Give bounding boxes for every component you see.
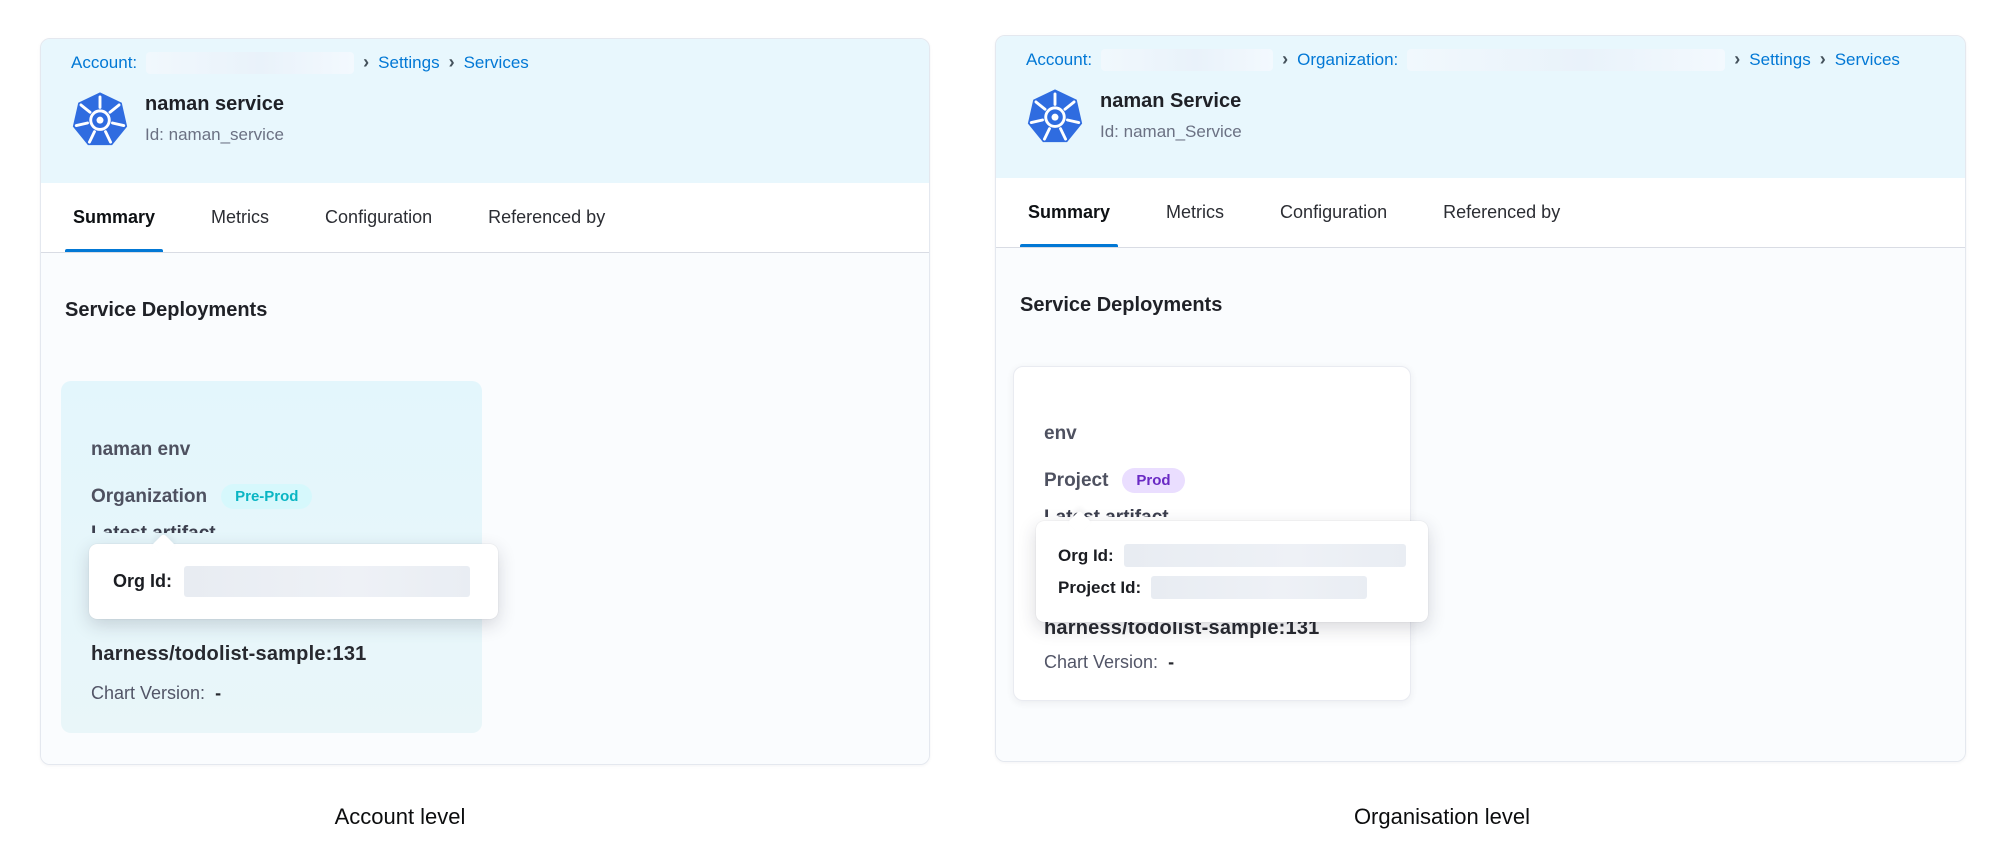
breadcrumb-settings[interactable]: Settings	[378, 53, 439, 73]
breadcrumb-organization[interactable]: Organization:	[1297, 50, 1398, 70]
section-title: Service Deployments	[996, 248, 1965, 317]
page-header: Account: › Settings › Services naman ser…	[41, 39, 929, 183]
kubernetes-icon	[71, 89, 129, 149]
chevron-right-icon: ›	[363, 52, 369, 73]
page-header: Account: › Organization: › Settings › Se…	[996, 36, 1965, 178]
redacted-project-id	[1151, 576, 1367, 599]
env-type-badge: Pre-Prod	[221, 484, 312, 509]
summary-content: Service Deployments env Project Prod Lat…	[996, 248, 1965, 761]
chevron-right-icon: ›	[1734, 49, 1740, 70]
tab-summary[interactable]: Summary	[1028, 178, 1110, 247]
chevron-right-icon: ›	[1820, 49, 1826, 70]
service-id: Id: naman_service	[145, 125, 284, 145]
clipped-artifact-label: Latest artifact	[1044, 507, 1380, 517]
tab-bar: Summary Metrics Configuration Referenced…	[41, 183, 929, 253]
redacted-org-id	[1124, 544, 1406, 567]
tab-configuration[interactable]: Configuration	[1280, 178, 1387, 247]
chart-version-value: -	[1168, 652, 1174, 672]
breadcrumb-settings[interactable]: Settings	[1749, 50, 1810, 70]
chart-version-label: Chart Version:	[91, 683, 205, 703]
clipped-artifact-label: Latest artifact	[91, 523, 452, 533]
account-level-panel: Account: › Settings › Services naman ser…	[40, 38, 930, 765]
redacted-org-id	[184, 566, 470, 597]
tab-configuration[interactable]: Configuration	[325, 183, 432, 252]
chart-version-row: Chart Version:-	[1044, 652, 1174, 673]
tab-metrics[interactable]: Metrics	[1166, 178, 1224, 247]
environment-name: env	[1044, 367, 1380, 445]
redacted-organization-name	[1407, 49, 1725, 71]
chevron-right-icon: ›	[449, 52, 455, 73]
service-id: Id: naman_Service	[1100, 122, 1242, 142]
org-project-id-tooltip: Org Id: Project Id:	[1036, 521, 1428, 622]
breadcrumb: Account: › Settings › Services	[71, 52, 899, 74]
comparison-stage: Account: › Settings › Services naman ser…	[0, 0, 2000, 865]
tab-bar: Summary Metrics Configuration Referenced…	[996, 178, 1965, 248]
scope-label[interactable]: Organization	[91, 486, 207, 508]
redacted-account-name	[1101, 49, 1273, 71]
caption-organisation-level: Organisation level	[1292, 804, 1592, 830]
breadcrumb-account[interactable]: Account:	[1026, 50, 1092, 70]
caption-account-level: Account level	[250, 804, 550, 830]
scope-label[interactable]: Project	[1044, 470, 1108, 492]
summary-content: Service Deployments naman env Organizati…	[41, 253, 929, 765]
breadcrumb-account[interactable]: Account:	[71, 53, 137, 73]
org-id-label: Org Id:	[113, 571, 172, 592]
chart-version-label: Chart Version:	[1044, 652, 1158, 672]
tab-referenced-by[interactable]: Referenced by	[488, 183, 605, 252]
tab-summary[interactable]: Summary	[73, 183, 155, 252]
env-type-badge: Prod	[1122, 468, 1184, 493]
organisation-level-panel: Account: › Organization: › Settings › Se…	[995, 35, 1966, 762]
service-title: naman service	[145, 89, 284, 116]
tab-referenced-by[interactable]: Referenced by	[1443, 178, 1560, 247]
service-title: naman Service	[1100, 86, 1242, 113]
breadcrumb-services[interactable]: Services	[464, 53, 529, 73]
org-id-label: Org Id:	[1058, 546, 1114, 566]
kubernetes-icon	[1026, 86, 1084, 146]
chevron-right-icon: ›	[1282, 49, 1288, 70]
section-title: Service Deployments	[41, 253, 929, 322]
redacted-account-name	[146, 52, 354, 74]
tab-metrics[interactable]: Metrics	[211, 183, 269, 252]
breadcrumb: Account: › Organization: › Settings › Se…	[1026, 49, 1935, 71]
org-id-tooltip: Org Id:	[89, 544, 498, 619]
breadcrumb-services[interactable]: Services	[1835, 50, 1900, 70]
chart-version-row: Chart Version:-	[91, 683, 221, 704]
chart-version-value: -	[215, 683, 221, 703]
artifact-name: harness/todolist-sample:131	[91, 643, 367, 666]
environment-name: naman env	[91, 381, 452, 461]
project-id-label: Project Id:	[1058, 578, 1141, 598]
